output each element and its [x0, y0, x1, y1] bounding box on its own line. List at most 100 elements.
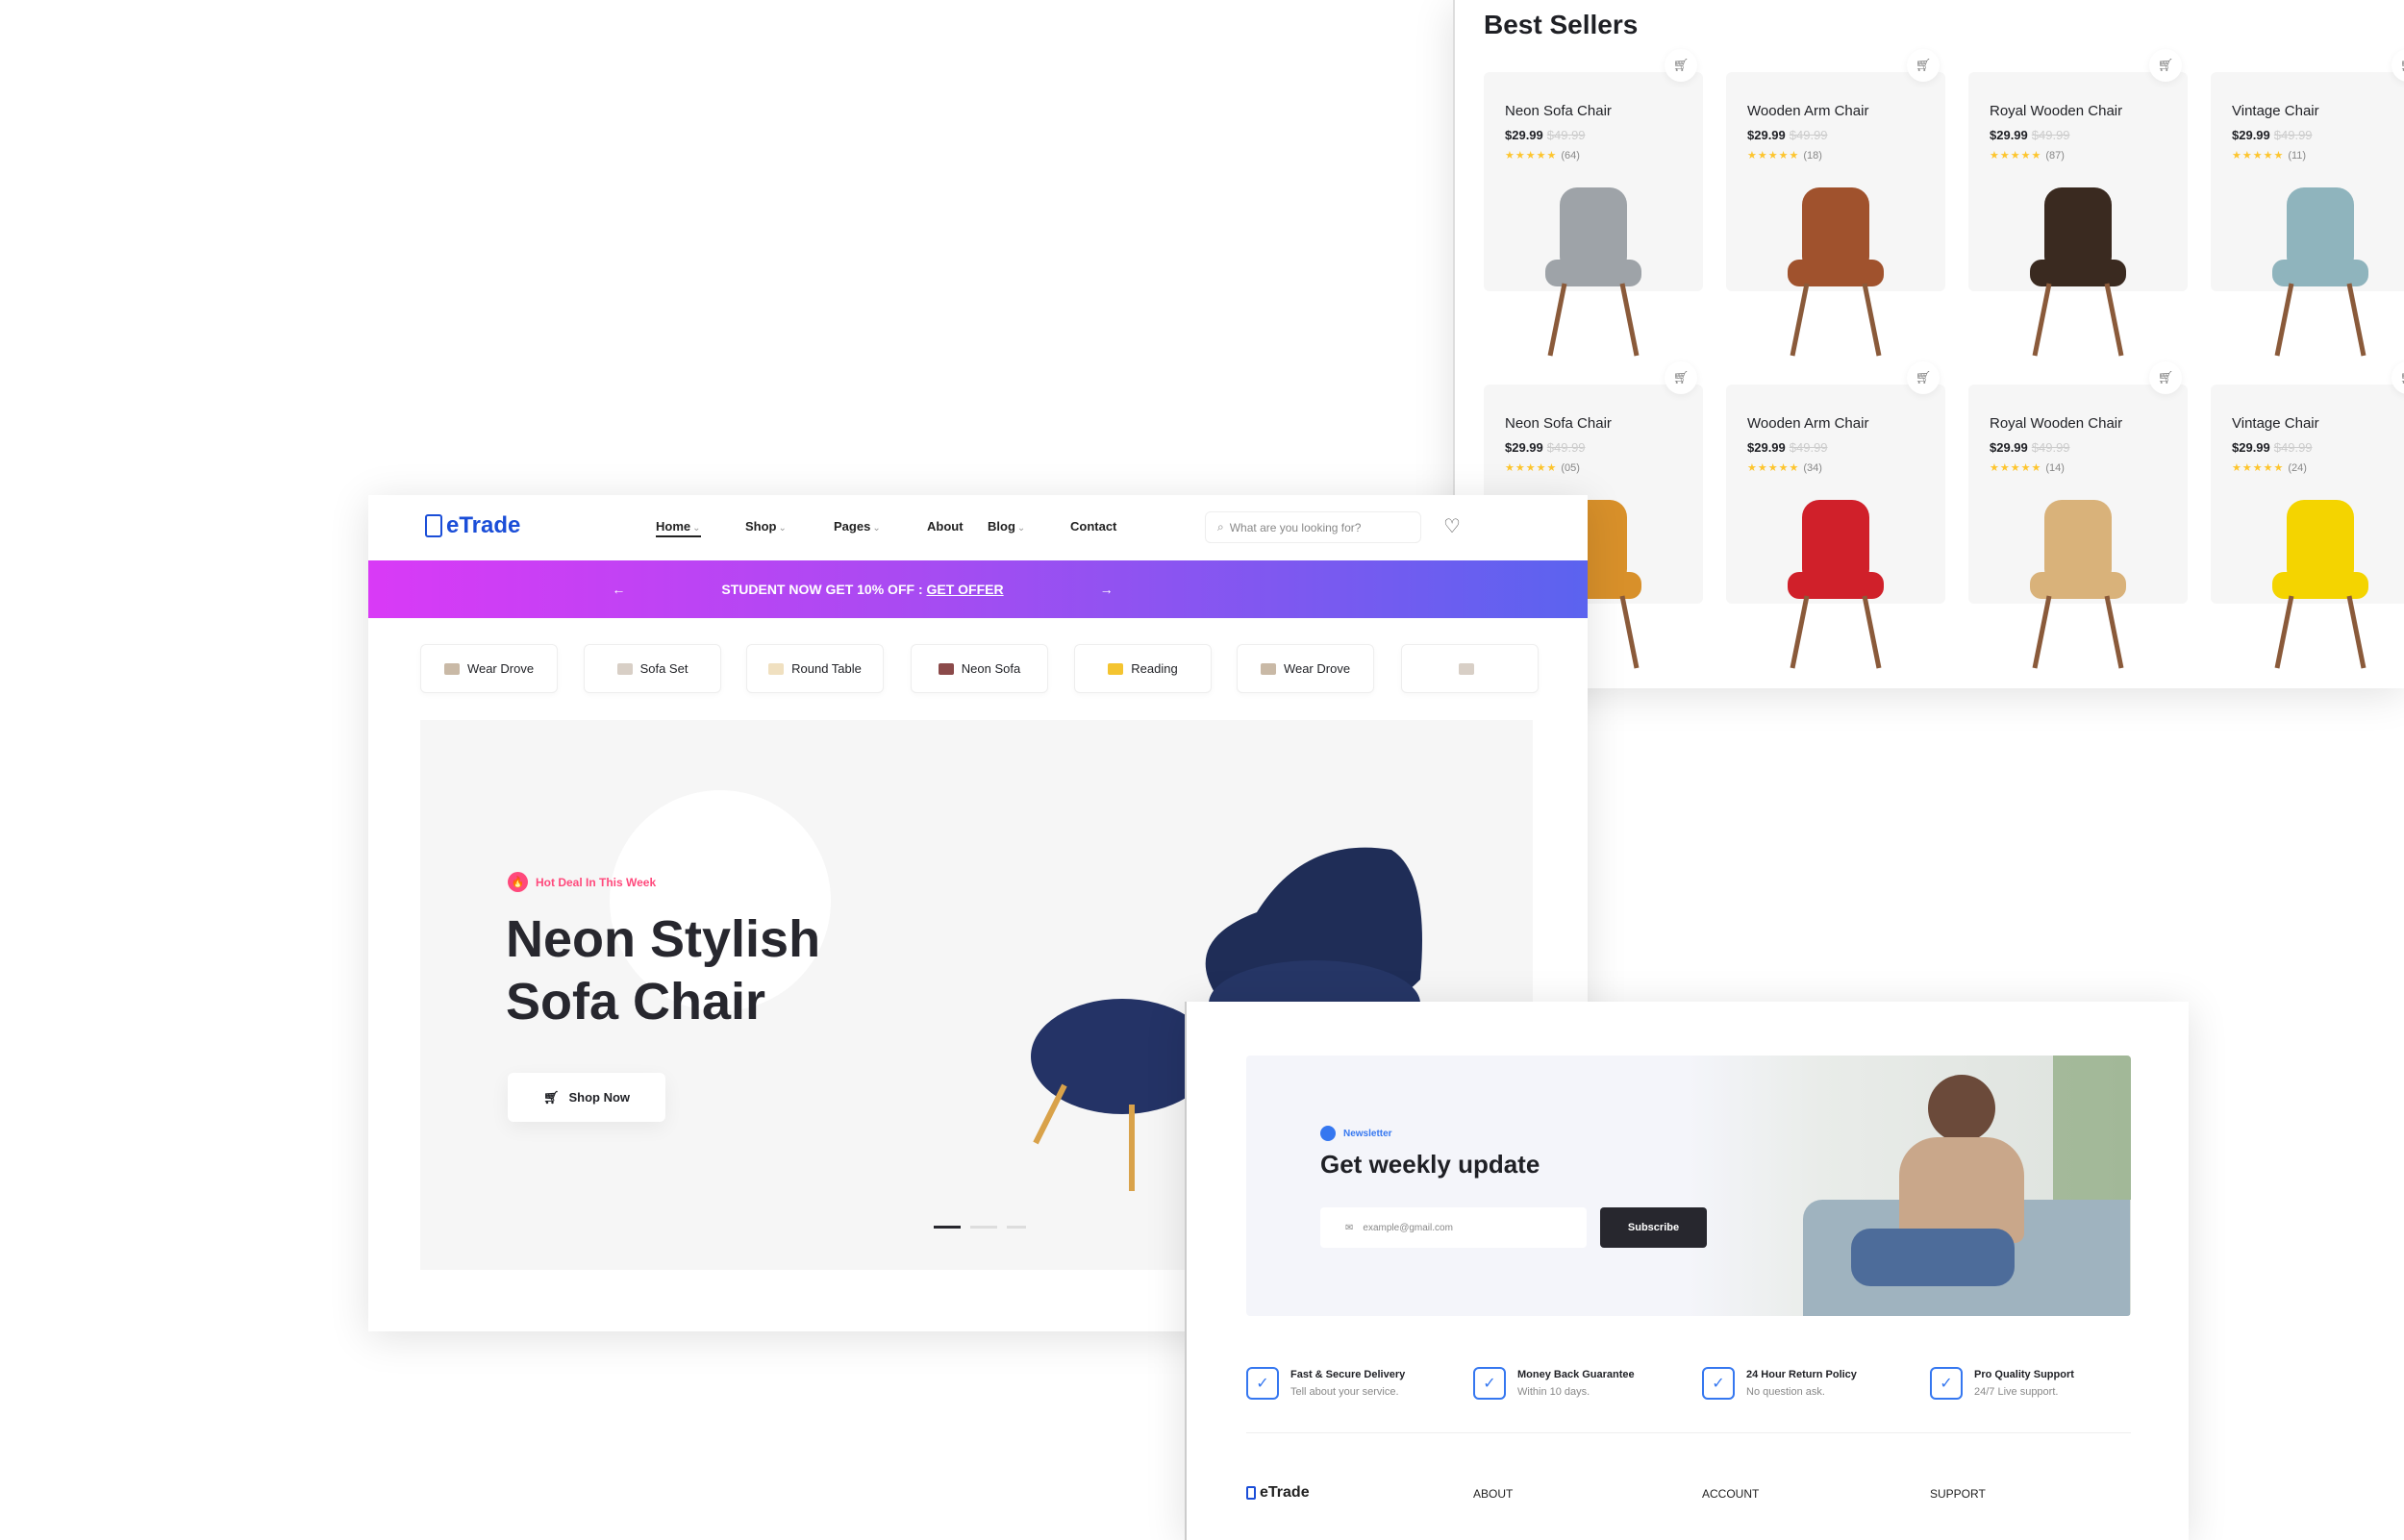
category-icon	[1108, 662, 1124, 675]
product-name[interactable]: Neon Sofa Chair	[1505, 415, 1612, 432]
product-name[interactable]: Royal Wooden Chair	[1990, 103, 2122, 119]
logo[interactable]: eTrade	[425, 512, 520, 539]
product-card[interactable]: 🛒︎ Vintage Chair $29.99$49.99 ★★★★★(24)	[2211, 361, 2404, 669]
product-price: $29.99 $49.99	[2232, 440, 2313, 455]
product-image	[2030, 500, 2126, 669]
product-card[interactable]: 🛒︎ Royal Wooden Chair $29.99 $49.99 ★★★★★…	[1968, 361, 2188, 669]
product-card[interactable]: 🛒︎ Neon Sofa Chair $29.99 $49.99 ★★★★★ (64…	[1484, 49, 1703, 357]
rating-stars: ★★★★★ (18)	[1747, 150, 1822, 161]
badge-check-icon: ✓	[1473, 1367, 1506, 1400]
product-image	[1788, 187, 1884, 357]
cart-icon: 🛒︎	[542, 1089, 560, 1105]
bag-logo-icon	[1246, 1486, 1256, 1500]
feature-item: ✓ Money Back Guarantee Within 10 days.	[1473, 1367, 1635, 1400]
footer-logo[interactable]: eTrade	[1246, 1484, 1310, 1502]
nav-about[interactable]: About	[927, 519, 964, 534]
nav-shop[interactable]: Shop ⌄	[745, 519, 787, 534]
rating-stars: ★★★★★ (11)	[2232, 150, 2307, 161]
envelope-open-icon	[1320, 1126, 1336, 1141]
add-to-cart-icon[interactable]: 🛒︎	[1665, 49, 1697, 82]
review-count: (34)	[1803, 462, 1822, 474]
review-count: (64)	[1561, 150, 1580, 161]
category-chip[interactable]	[1401, 644, 1539, 693]
rating-stars: ★★★★★ (24)	[2232, 462, 2307, 474]
category-chip[interactable]: Wear Drove	[420, 644, 558, 693]
woman-on-sofa-photo	[1688, 1056, 2131, 1316]
footer-about-heading: ABOUT	[1473, 1487, 1514, 1501]
review-count: (87)	[2045, 150, 2065, 161]
product-name[interactable]: Vintage Chair	[2232, 103, 2319, 119]
add-to-cart-icon[interactable]: 🛒︎	[2391, 49, 2404, 82]
product-price: $29.99 $49.99	[1747, 128, 1828, 142]
review-count: (18)	[1803, 150, 1822, 161]
bag-logo-icon	[425, 514, 442, 537]
product-image	[1545, 187, 1641, 357]
category-icon	[443, 662, 460, 675]
add-to-cart-icon[interactable]: 🛒︎	[2391, 361, 2404, 394]
feature-item: ✓ Fast & Secure Delivery Tell about your s…	[1246, 1367, 1405, 1400]
product-name[interactable]: Wooden Arm Chair	[1747, 103, 1868, 119]
category-chip[interactable]: Wear Drove	[1237, 644, 1374, 693]
category-icon	[1458, 662, 1474, 675]
newsletter-banner: Newsletter Get weekly update ✉ example@gm…	[1246, 1056, 2131, 1316]
product-card[interactable]: 🛒︎ Wooden Arm Chair $29.99 $49.99 ★★★★★ (1…	[1726, 49, 1945, 357]
arrow-left-icon[interactable]: ←	[612, 582, 625, 597]
search-input[interactable]: ⌕ What are you looking for?	[1205, 511, 1421, 543]
add-to-cart-icon[interactable]: 🛒︎	[1665, 361, 1697, 394]
review-count: (14)	[2045, 462, 2065, 474]
product-image	[1788, 500, 1884, 669]
divider	[1246, 1432, 2131, 1433]
product-price: $29.99 $49.99	[2232, 128, 2313, 142]
old-price: $49.99	[1789, 128, 1828, 142]
category-chip[interactable]: Round Table	[746, 644, 884, 693]
slider-dot[interactable]	[1007, 1226, 1026, 1229]
slider-dot[interactable]	[970, 1226, 997, 1229]
rating-stars: ★★★★★ (34)	[1747, 462, 1822, 474]
product-name[interactable]: Vintage Chair	[2232, 415, 2319, 432]
best-sellers-panel: Best Sellers 🛒︎ Neon Sofa Chair $29.99 $4…	[1453, 0, 2404, 688]
shop-now-button[interactable]: 🛒︎ Shop Now	[508, 1073, 665, 1122]
add-to-cart-icon[interactable]: 🛒︎	[2149, 361, 2182, 394]
category-chip[interactable]: Reading	[1074, 644, 1212, 693]
product-name[interactable]: Wooden Arm Chair	[1747, 415, 1868, 432]
heart-icon[interactable]: ♡	[1443, 514, 1461, 538]
add-to-cart-icon[interactable]: 🛒︎	[1907, 49, 1940, 82]
newsletter-panel: Newsletter Get weekly update ✉ example@gm…	[1185, 1002, 2189, 1540]
product-card[interactable]: 🛒︎ Vintage Chair $29.99$49.99 ★★★★★(11)	[2211, 49, 2404, 357]
newsletter-title: Get weekly update	[1320, 1150, 1540, 1179]
product-name[interactable]: Neon Sofa Chair	[1505, 103, 1612, 119]
product-card[interactable]: 🛒︎ Wooden Arm Chair $29.99 $49.99 ★★★★★ (3…	[1726, 361, 1945, 669]
category-chip[interactable]: Sofa Set	[584, 644, 721, 693]
category-chip[interactable]: Neon Sofa	[911, 644, 1048, 693]
return-box-icon: ✓	[1702, 1367, 1735, 1400]
add-to-cart-icon[interactable]: 🛒︎	[2149, 49, 2182, 82]
old-price: $49.99	[1546, 440, 1586, 455]
category-icon	[938, 662, 954, 675]
product-image	[2272, 500, 2368, 669]
product-image	[2272, 187, 2368, 357]
subscribe-button[interactable]: Subscribe	[1600, 1207, 1707, 1248]
email-input[interactable]: ✉ example@gmail.com	[1320, 1207, 1587, 1248]
nav-blog[interactable]: Blog ⌄	[988, 519, 1025, 534]
get-offer-link[interactable]: GET OFFER	[927, 582, 1004, 597]
old-price: $49.99	[2273, 440, 2313, 455]
category-icon	[1260, 662, 1276, 675]
nav-home[interactable]: Home ⌄	[656, 519, 701, 537]
nav-contact[interactable]: Contact	[1070, 519, 1116, 534]
product-card[interactable]: 🛒︎ Royal Wooden Chair $29.99 $49.99 ★★★★★…	[1968, 49, 2188, 357]
old-price: $49.99	[1546, 128, 1586, 142]
chevron-down-icon: ⌄	[1016, 523, 1026, 534]
slider-dot-active[interactable]	[934, 1226, 961, 1229]
old-price: $49.99	[2273, 128, 2313, 142]
review-count: (11)	[2288, 150, 2307, 161]
old-price: $49.99	[1789, 440, 1828, 455]
add-to-cart-icon[interactable]: 🛒︎	[1907, 361, 1940, 394]
product-name[interactable]: Royal Wooden Chair	[1990, 415, 2122, 432]
footer-support-heading: SUPPORT	[1930, 1487, 1986, 1501]
product-price: $29.99 $49.99	[1990, 440, 2070, 455]
arrow-right-icon[interactable]: →	[1100, 582, 1114, 597]
nav-pages[interactable]: Pages ⌄	[834, 519, 881, 534]
review-count: (24)	[2288, 462, 2307, 474]
product-price: $29.99 $49.99	[1747, 440, 1828, 455]
section-title: Best Sellers	[1484, 10, 1639, 39]
